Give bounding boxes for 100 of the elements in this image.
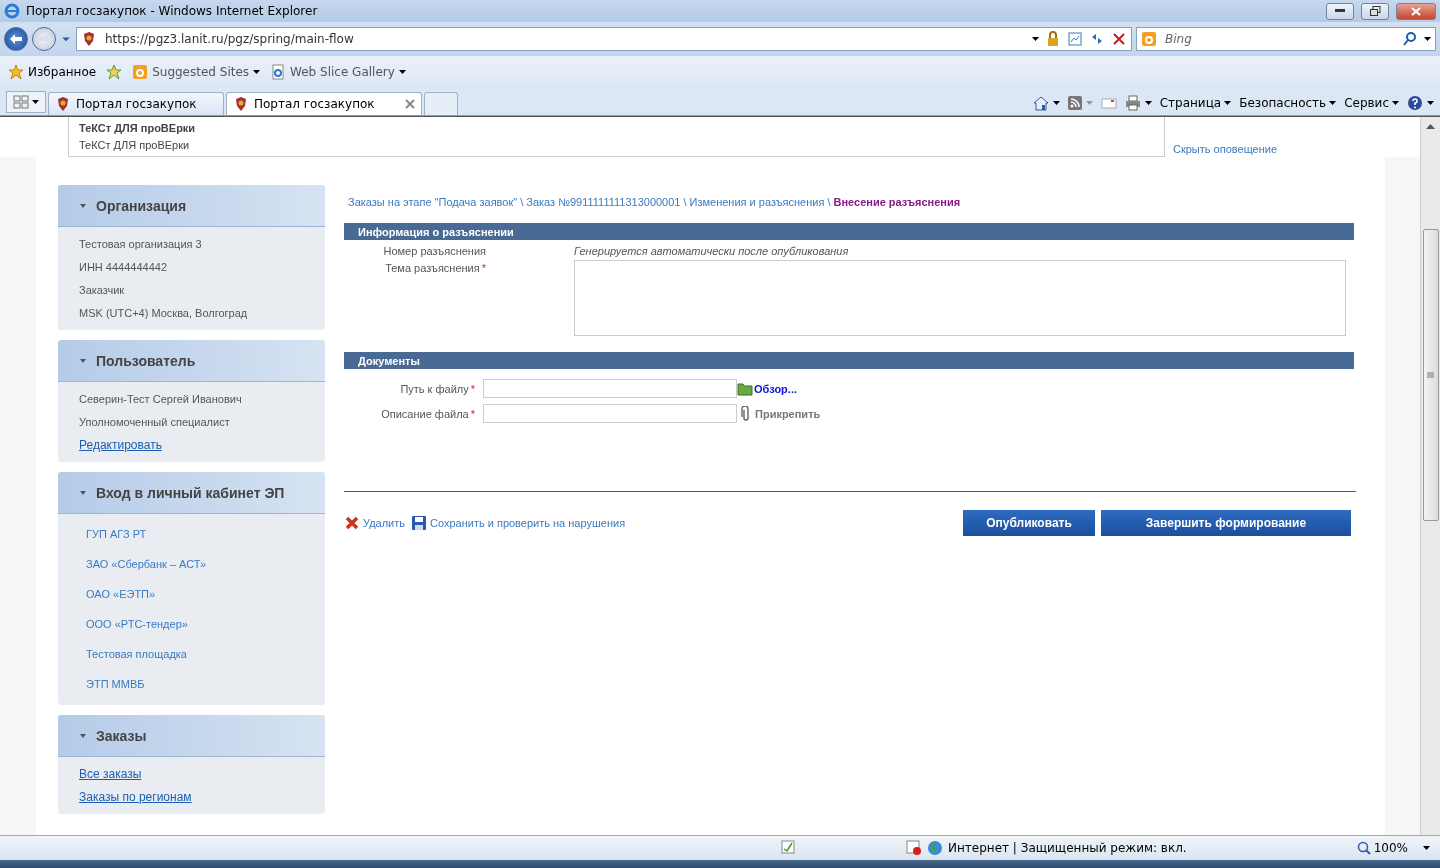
scrollbar-thumb[interactable] [1422,229,1439,521]
minimize-icon [1335,9,1345,13]
address-field[interactable]: https://pgz3.lanit.ru/pgz/spring/main-flow [103,31,1026,47]
command-menu[interactable]: Страница [1159,96,1232,110]
sidebar-link[interactable]: ЭТП ММВБ [86,678,145,690]
close-button[interactable] [1396,2,1436,20]
security-zone: Интернет | Защищенный режим: вкл. [948,841,1187,855]
panel-header[interactable]: Пользователь [58,340,325,382]
caret-icon [253,70,261,74]
finish-button[interactable]: Завершить формирование [1101,510,1351,536]
sidebar-link[interactable]: ЗАО «Сбербанк – АСТ» [86,558,207,570]
caret-icon [1392,101,1399,105]
attach-link[interactable]: Прикрепить [741,405,821,422]
right-arrow-icon [37,33,51,45]
browse-link[interactable]: Обзор... [737,381,797,396]
collapse-arrow-icon [80,203,86,208]
sidebar-link[interactable]: ОАО «ЕЭТП» [86,588,156,600]
compatibility-icon[interactable] [1067,31,1083,47]
field-label: Описание файла * [380,407,475,420]
address-bar[interactable]: https://pgz3.lanit.ru/pgz/spring/main-flow [76,27,1132,51]
scrollbar[interactable] [1420,117,1440,835]
close-tab-icon [405,99,415,109]
page-icon [270,64,287,80]
sidebar-link[interactable]: Редактировать [79,437,162,452]
grip-icon [1427,372,1434,378]
favorites-button[interactable]: Избранное [8,64,97,80]
publish-button[interactable]: Опубликовать [963,510,1095,536]
close-icon [1411,6,1421,16]
magnifier-icon [1356,841,1371,855]
panel-title: Организация [96,197,187,214]
crest-icon [81,31,97,47]
sidebar-link[interactable]: ООО «РТС-тендер» [86,618,188,630]
field-value: Генерируется автоматически после опубликования [574,245,849,257]
sidebar-link[interactable]: Заказы по регионам [79,789,192,804]
panel-text: MSK (UTC+4) Москва, Волгоград [79,306,248,319]
field-label: Тема разъяснения * [384,262,486,274]
collapse-arrow-icon [80,490,86,495]
feeds-button[interactable] [1067,96,1093,110]
quick-tabs-button[interactable] [6,91,46,113]
caret-icon [1085,101,1093,105]
file-description-field[interactable] [483,404,737,423]
browser-tab[interactable]: Портал госзакупок [226,92,422,115]
breadcrumb-link[interactable]: Заказ №9911111111313000001 [526,196,681,211]
search-box[interactable]: Bing [1136,27,1436,51]
padlock-icon[interactable] [1045,31,1061,47]
sidebar-link[interactable]: Все заказы [79,766,142,781]
add-favorite-icon[interactable] [106,64,123,80]
window-title: Портал госзакупок - Windows Internet Explorer [26,4,319,18]
search-icon[interactable] [1402,31,1418,47]
command-menu[interactable]: Безопасность [1239,96,1337,110]
feed-icon [1067,96,1082,110]
delete-link[interactable]: Удалить [344,515,405,531]
minimize-button[interactable] [1326,2,1354,20]
caret-icon [1052,101,1060,105]
save-check-link[interactable]: Сохранить и проверить на нарушения [411,515,626,531]
breadcrumb-link[interactable]: Заказы на этапе "Подача заявок" [348,196,518,211]
field-label: Путь к файлу * [399,382,475,395]
panel-text: Тестовая организация 3 [79,237,202,250]
search-engine-logo-icon [1141,31,1157,47]
caret-icon [1427,101,1434,105]
caret-icon [1424,37,1431,41]
restore-icon [1369,6,1381,16]
zoom-button[interactable]: 100% [1356,841,1430,855]
delete-x-icon [344,515,360,531]
folder-icon [737,381,753,396]
home-button[interactable] [1032,95,1060,111]
globe-icon [927,840,943,856]
print-button[interactable] [1124,95,1152,111]
hide-notice-link[interactable]: Скрыть оповещение [1173,143,1278,155]
file-path-field[interactable] [483,379,737,398]
left-arrow-icon [9,33,23,45]
browser-tab[interactable]: Портал госзакупок [48,92,224,115]
crest-icon [55,96,71,112]
breadcrumb-link[interactable]: Изменения и разъяснения [689,196,825,211]
restore-button[interactable] [1361,2,1389,20]
grid-icon [13,95,29,109]
panel-header[interactable]: Вход в личный кабинет ЭП [58,472,325,514]
favorites-link[interactable]: Suggested Sites [132,64,261,80]
notice-text: ТеКСт ДЛЯ проВЕрки [79,139,191,151]
breadcrumb-separator: \ [520,196,524,210]
scroll-up-arrow-icon [1426,123,1435,129]
help-icon [1407,95,1423,111]
forward-button[interactable] [32,27,56,51]
sidebar-link[interactable]: ГУП АГЗ РТ [86,528,147,540]
command-menu[interactable]: Сервис [1344,96,1399,110]
caret-icon [1423,846,1430,850]
sidebar-link[interactable]: Тестовая площадка [86,648,187,660]
site-logo-icon [132,64,149,80]
caret-icon [32,100,39,104]
collapse-arrow-icon [80,733,86,738]
browser-logo-icon [4,3,20,19]
stop-icon[interactable] [1111,31,1127,47]
mail-icon[interactable] [1100,95,1117,111]
help-button[interactable] [1407,95,1434,111]
panel-header[interactable]: Заказы [58,715,325,757]
breadcrumb-separator: \ [683,196,687,210]
back-button[interactable] [4,27,28,51]
panel-header[interactable]: Организация [58,185,325,227]
notice-title: ТеКСт ДЛЯ проВЕрки [79,122,197,134]
favorites-link[interactable]: Web Slice Gallery [270,64,406,80]
